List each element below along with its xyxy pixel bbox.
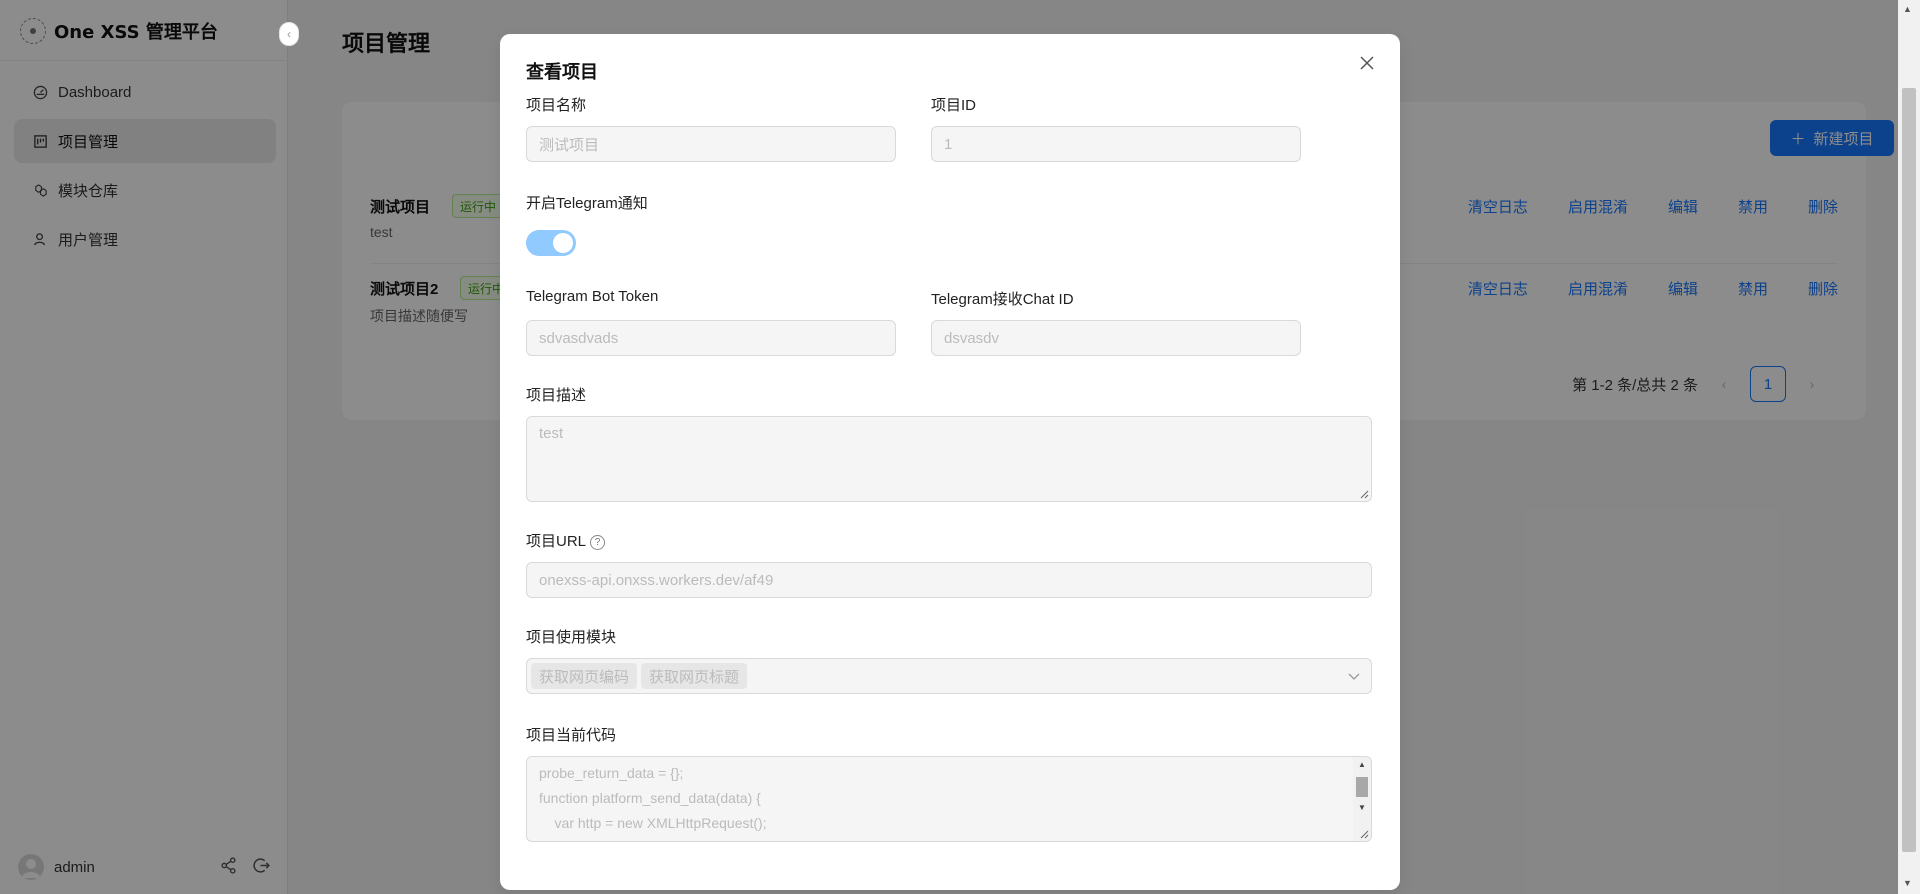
scroll-up-icon[interactable]: ▲ (1358, 760, 1366, 769)
name-label: 项目名称 (526, 97, 587, 114)
resize-grip-icon[interactable] (1359, 829, 1369, 839)
module-tag: 获取网页标题 (641, 663, 748, 689)
view-project-modal: 查看项目 项目名称 测试项目 项目ID 1 开启Telegram通知 Teleg… (500, 34, 1400, 890)
scroll-up-icon[interactable]: ▲ (1903, 4, 1912, 14)
telegram-label: 开启Telegram通知 (526, 195, 648, 212)
code-label: 项目当前代码 (526, 727, 617, 744)
collapse-sidebar-button[interactable]: ‹ (279, 22, 299, 46)
code-textarea[interactable]: probe_return_data = {}; function platfor… (526, 756, 1372, 842)
chat-id-field[interactable]: dsvasdv (931, 320, 1301, 356)
scroll-down-icon[interactable]: ▼ (1903, 878, 1912, 888)
bot-token-field[interactable]: sdvasdvads (526, 320, 896, 356)
scrollbar-thumb[interactable] (1356, 777, 1368, 797)
modal-title: 查看项目 (526, 62, 598, 83)
description-text: test (539, 425, 564, 442)
project-url-field[interactable]: onexss-api.onxss.workers.dev/af49 (526, 562, 1372, 598)
scroll-down-icon[interactable]: ▼ (1358, 803, 1366, 812)
code-line: probe_return_data = {}; (539, 765, 684, 781)
project-name-field[interactable]: 测试项目 (526, 126, 896, 162)
question-circle-icon[interactable]: ? (590, 534, 606, 550)
desc-label: 项目描述 (526, 387, 587, 404)
toggle-knob (553, 233, 573, 253)
modules-select[interactable]: 获取网页编码 获取网页标题 (526, 658, 1372, 694)
chat-id-label: Telegram接收Chat ID (931, 291, 1074, 308)
code-line: var http = new XMLHttpRequest(); (539, 815, 767, 831)
telegram-toggle[interactable] (526, 230, 576, 256)
url-label-text: 项目URL (526, 533, 587, 550)
code-line: function platform_send_data(data) { (539, 790, 761, 806)
url-label: 项目URL? (526, 530, 606, 551)
resize-grip-icon[interactable] (1359, 489, 1369, 499)
close-icon[interactable] (1356, 52, 1378, 74)
id-label: 项目ID (931, 97, 977, 114)
scrollbar-thumb[interactable] (1902, 88, 1916, 852)
project-id-field[interactable]: 1 (931, 126, 1301, 162)
description-textarea[interactable]: test (526, 416, 1372, 502)
chevron-down-icon (1347, 669, 1361, 686)
bot-token-label: Telegram Bot Token (526, 288, 659, 305)
window-scrollbar[interactable]: ▲ ▼ (1898, 0, 1920, 894)
module-tag: 获取网页编码 (531, 663, 638, 689)
modules-label: 项目使用模块 (526, 629, 617, 646)
